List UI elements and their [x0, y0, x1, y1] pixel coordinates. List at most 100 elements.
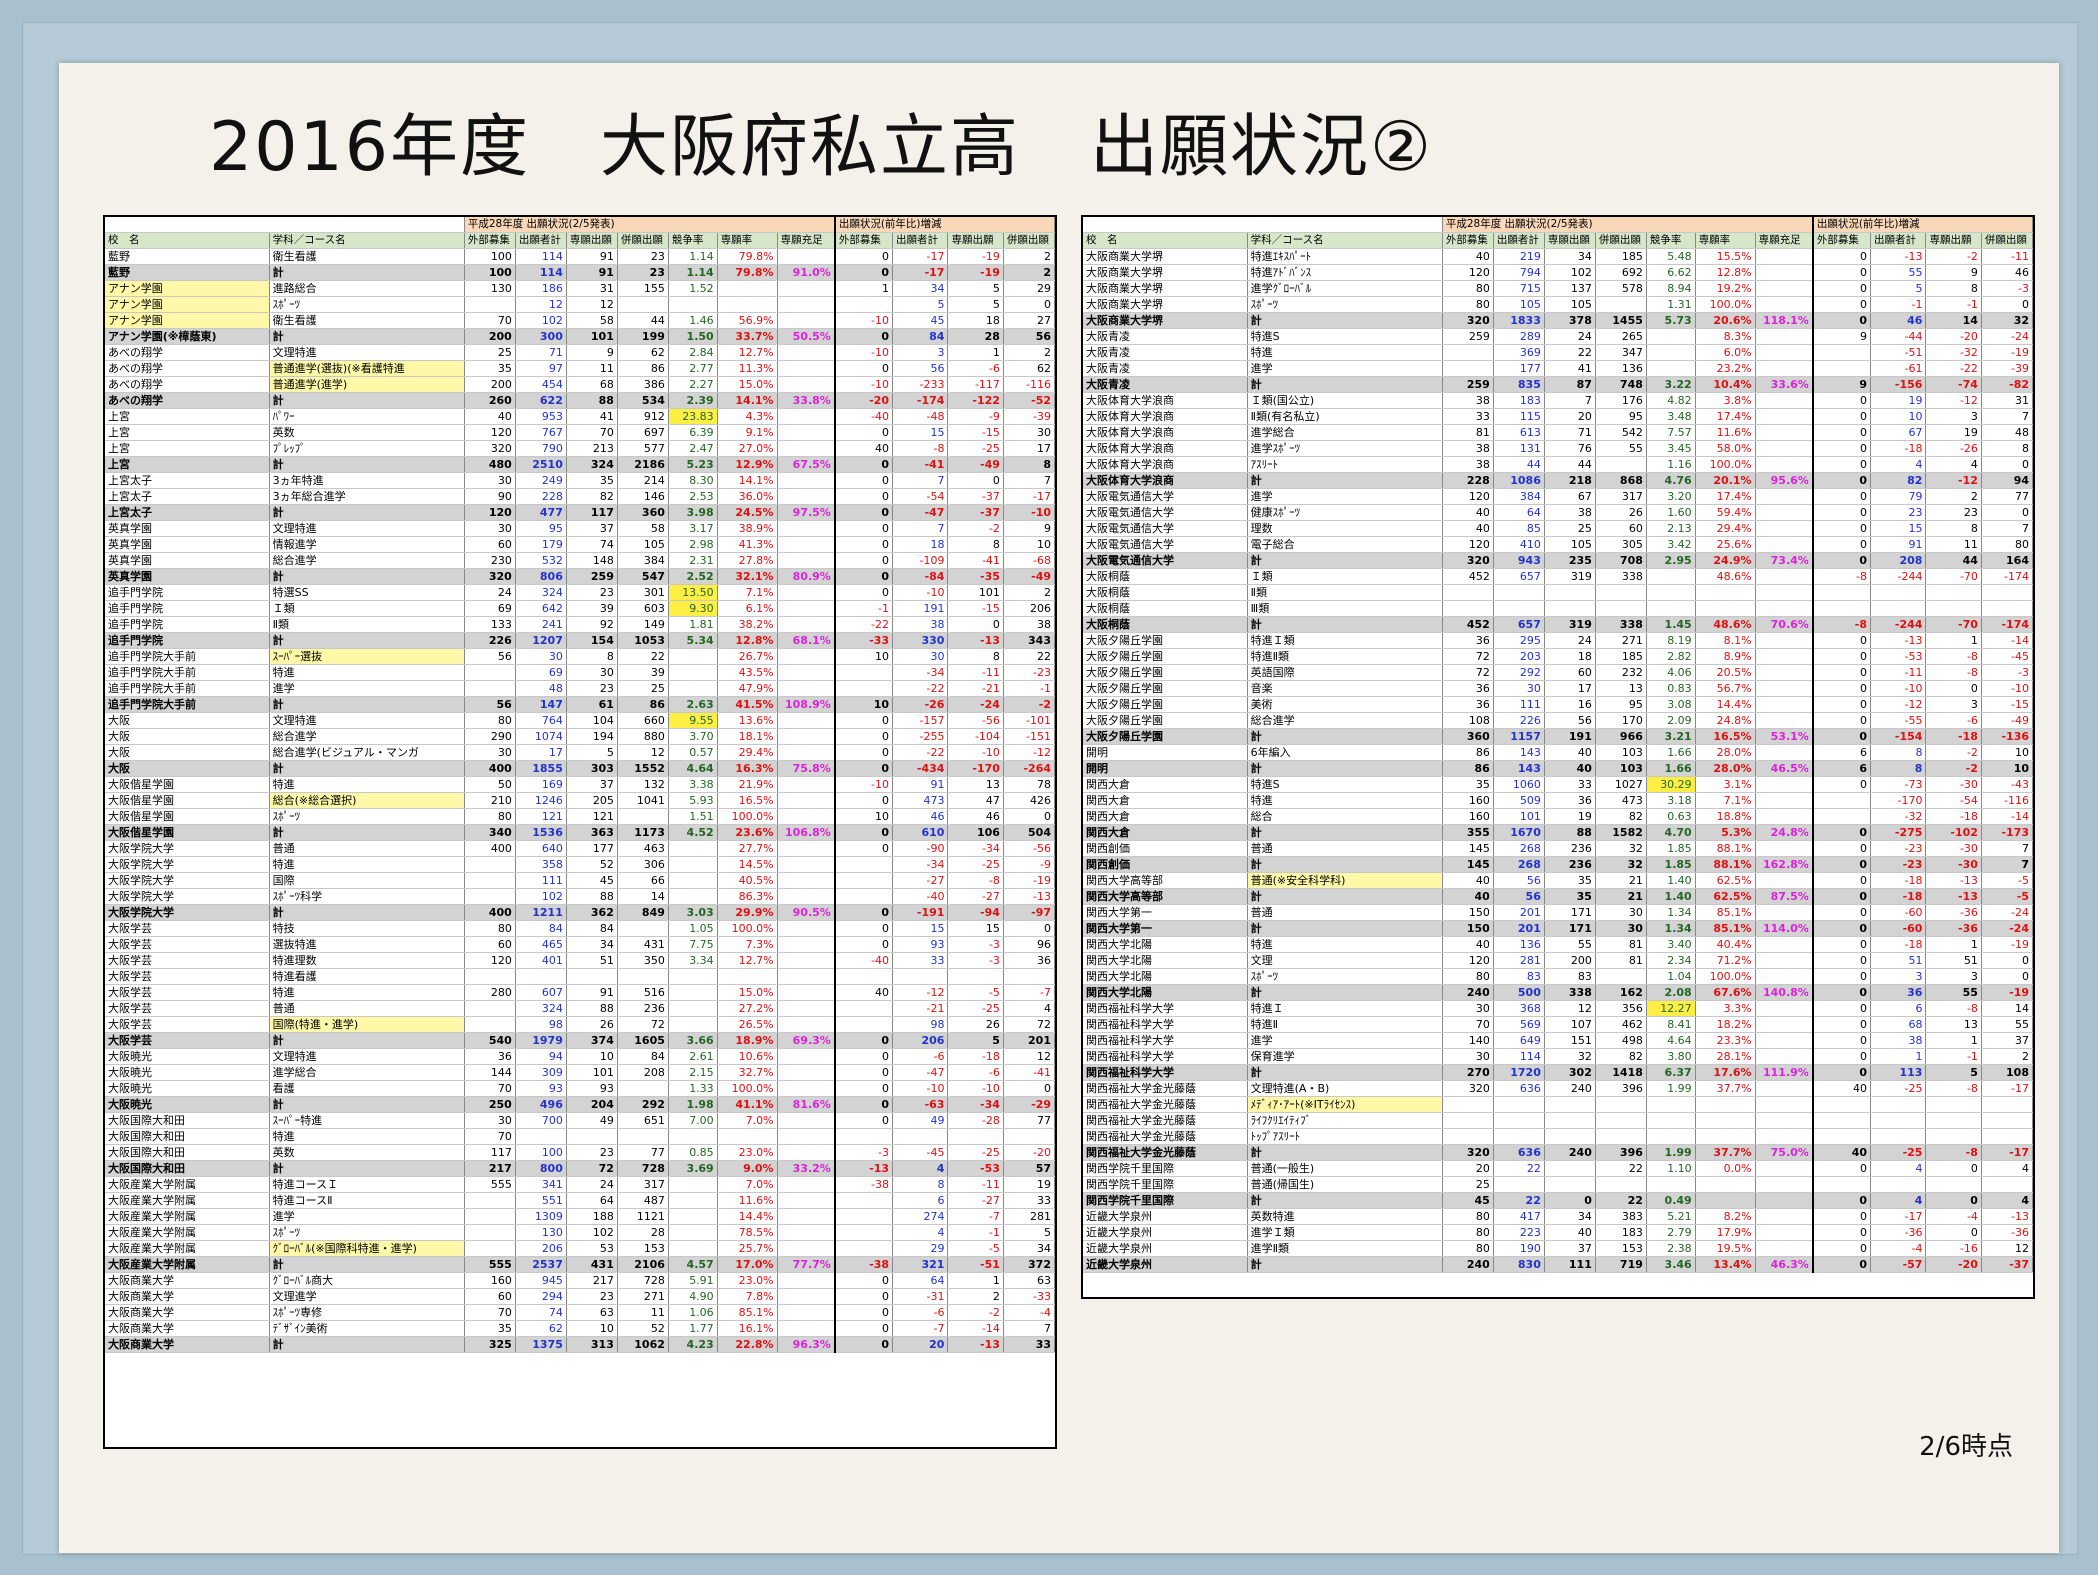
value-cell: 347 [1595, 344, 1647, 361]
school-name-cell: 大阪夕陽丘学園 [1083, 664, 1248, 681]
course-name-cell: 総合(※総合選択) [269, 792, 465, 809]
value-cell [1493, 1128, 1545, 1145]
table-row: 大阪夕陽丘学園 特進Ｉ類 36 295 24 271 8.19 8.1% 0 -13 1 -14 [1083, 632, 2034, 649]
value-cell: 0 [1812, 1032, 1871, 1049]
value-cell: 40 [1442, 936, 1494, 953]
table-row: 大阪夕陽丘学園 音楽 36 30 17 13 0.83 56.7% 0 -10 0 -10 [1083, 680, 2034, 697]
value-cell: 62.5% [1695, 872, 1756, 889]
value-cell: 319 [1544, 616, 1596, 633]
value-cell [1925, 1096, 1982, 1113]
value-cell: 72 [1442, 648, 1494, 665]
value-cell [1755, 1160, 1814, 1177]
table-row: 大阪桐蔭 Ⅲ類 [1083, 600, 2034, 617]
value-cell: 37.7% [1695, 1080, 1756, 1097]
school-name-cell: 関西福祉科学大学 [1083, 1016, 1248, 1033]
right-table-body: 大阪商業大学堺 特進ｴｷｽﾊﾟｰﾄ 40 219 34 185 5.48 15.5% 0 -13-… [1083, 248, 2034, 1273]
value-cell: 56 [464, 648, 516, 665]
value-cell [668, 888, 718, 905]
value-cell [1695, 1192, 1756, 1209]
column-header: 学科／コース名 [269, 232, 465, 249]
value-cell: 66 [617, 872, 669, 889]
value-cell: 22 [1595, 1160, 1647, 1177]
value-cell: 226 [1493, 712, 1545, 729]
value-cell: -17 [1870, 1208, 1927, 1225]
value-cell: 1.05 [668, 920, 718, 937]
value-cell [668, 840, 718, 857]
value-cell: -40 [834, 408, 893, 425]
course-name-cell: 計 [1247, 472, 1443, 489]
course-name-cell: ｸﾞﾛｰﾊﾞﾙ商大 [269, 1272, 465, 1289]
value-cell: 82 [1595, 808, 1647, 825]
course-name-cell: ﾒﾃﾞｨｱ･ｱｰﾄ(※ITﾗｲｾﾝｽ) [1247, 1096, 1443, 1113]
school-name-cell: 大阪桐蔭 [1083, 568, 1248, 585]
value-cell: 555 [464, 1256, 516, 1273]
value-cell: 140.8% [1755, 984, 1814, 1001]
value-cell: 0 [834, 536, 893, 553]
value-cell: 8 [1925, 280, 1982, 297]
value-cell: 150 [1442, 920, 1494, 937]
table-row: 大阪産業大学附属 進学 1309 188 1121 14.4% 274 -7 281 [105, 1208, 1056, 1225]
value-cell: 15 [892, 920, 949, 937]
course-name-cell: 計 [269, 1256, 465, 1273]
value-cell: 0.85 [668, 1144, 718, 1161]
value-cell: -154 [1870, 728, 1927, 745]
value-cell: 532 [515, 552, 567, 569]
value-cell [1925, 1176, 1982, 1193]
value-cell: 177 [566, 840, 618, 857]
value-cell: -25 [947, 1000, 1004, 1017]
value-cell: 0 [834, 456, 893, 473]
value-cell: 3 [1925, 696, 1982, 713]
value-cell: -12 [1870, 696, 1927, 713]
value-cell: 319 [1544, 568, 1596, 585]
value-cell: 86 [1442, 760, 1494, 777]
column-header: 外部募集 [464, 232, 516, 249]
value-cell: -116 [1003, 376, 1056, 393]
value-cell: -56 [1003, 840, 1056, 857]
value-cell: -19 [947, 264, 1004, 281]
value-cell: 417 [1493, 1208, 1545, 1225]
value-cell: 369 [1493, 344, 1545, 361]
value-cell: 1207 [515, 632, 567, 649]
value-cell: 12.27 [1646, 1000, 1696, 1017]
value-cell: 292 [617, 1096, 669, 1113]
school-name-cell: 英真学園 [105, 520, 270, 537]
value-cell: 70 [464, 1080, 516, 1097]
value-cell: 33 [1003, 1192, 1056, 1209]
value-cell: 10 [1003, 536, 1056, 553]
school-name-cell: 大阪暁光 [105, 1080, 270, 1097]
value-cell: 3.45 [1646, 440, 1696, 457]
value-cell: 44 [1544, 456, 1596, 473]
value-cell [717, 968, 778, 985]
value-cell [1544, 1176, 1596, 1193]
left-table: 平成28年度 出願状況(2/5発表) 出願状況(前年比)増減 校 名学科／コース… [105, 217, 1056, 1353]
value-cell: -13 [947, 1336, 1004, 1353]
school-name-cell: 大阪産業大学附属 [105, 1224, 270, 1241]
value-cell: 0 [1812, 1000, 1871, 1017]
value-cell: 1 [947, 1272, 1004, 1289]
value-cell: 51 [1870, 952, 1927, 969]
value-cell: 236 [1544, 856, 1596, 873]
value-cell: 271 [1595, 632, 1647, 649]
value-cell: 10 [1870, 408, 1927, 425]
table-row: 近畿大学泉州 進学Ｉ類 80 223 40 183 2.79 17.9% 0 -36 0 -36 [1083, 1224, 2034, 1241]
value-cell: 154 [566, 632, 618, 649]
value-cell: 100 [464, 248, 516, 265]
school-name-cell: 大阪国際大和田 [105, 1144, 270, 1161]
value-cell: 102 [515, 888, 567, 905]
value-cell [1755, 1032, 1814, 1049]
course-name-cell: 特進Ⅱ類 [1247, 648, 1443, 665]
value-cell: 235 [1544, 552, 1596, 569]
value-cell: 294 [515, 1288, 567, 1305]
value-cell: -8 [947, 872, 1004, 889]
school-name-cell: 大阪桐蔭 [1083, 600, 1248, 617]
value-cell: 14.5% [717, 856, 778, 873]
value-cell: -156 [1870, 376, 1927, 393]
course-name-cell: 文理特進 [269, 344, 465, 361]
value-cell: 8.3% [1695, 328, 1756, 345]
value-cell: 160 [1442, 792, 1494, 809]
value-cell: 4.90 [668, 1288, 718, 1305]
value-cell: 44 [1925, 552, 1982, 569]
school-name-cell: 関西福祉大学金光藤蔭 [1083, 1112, 1248, 1129]
value-cell: 100 [464, 264, 516, 281]
school-name-cell: 大阪体育大学浪商 [1083, 456, 1248, 473]
